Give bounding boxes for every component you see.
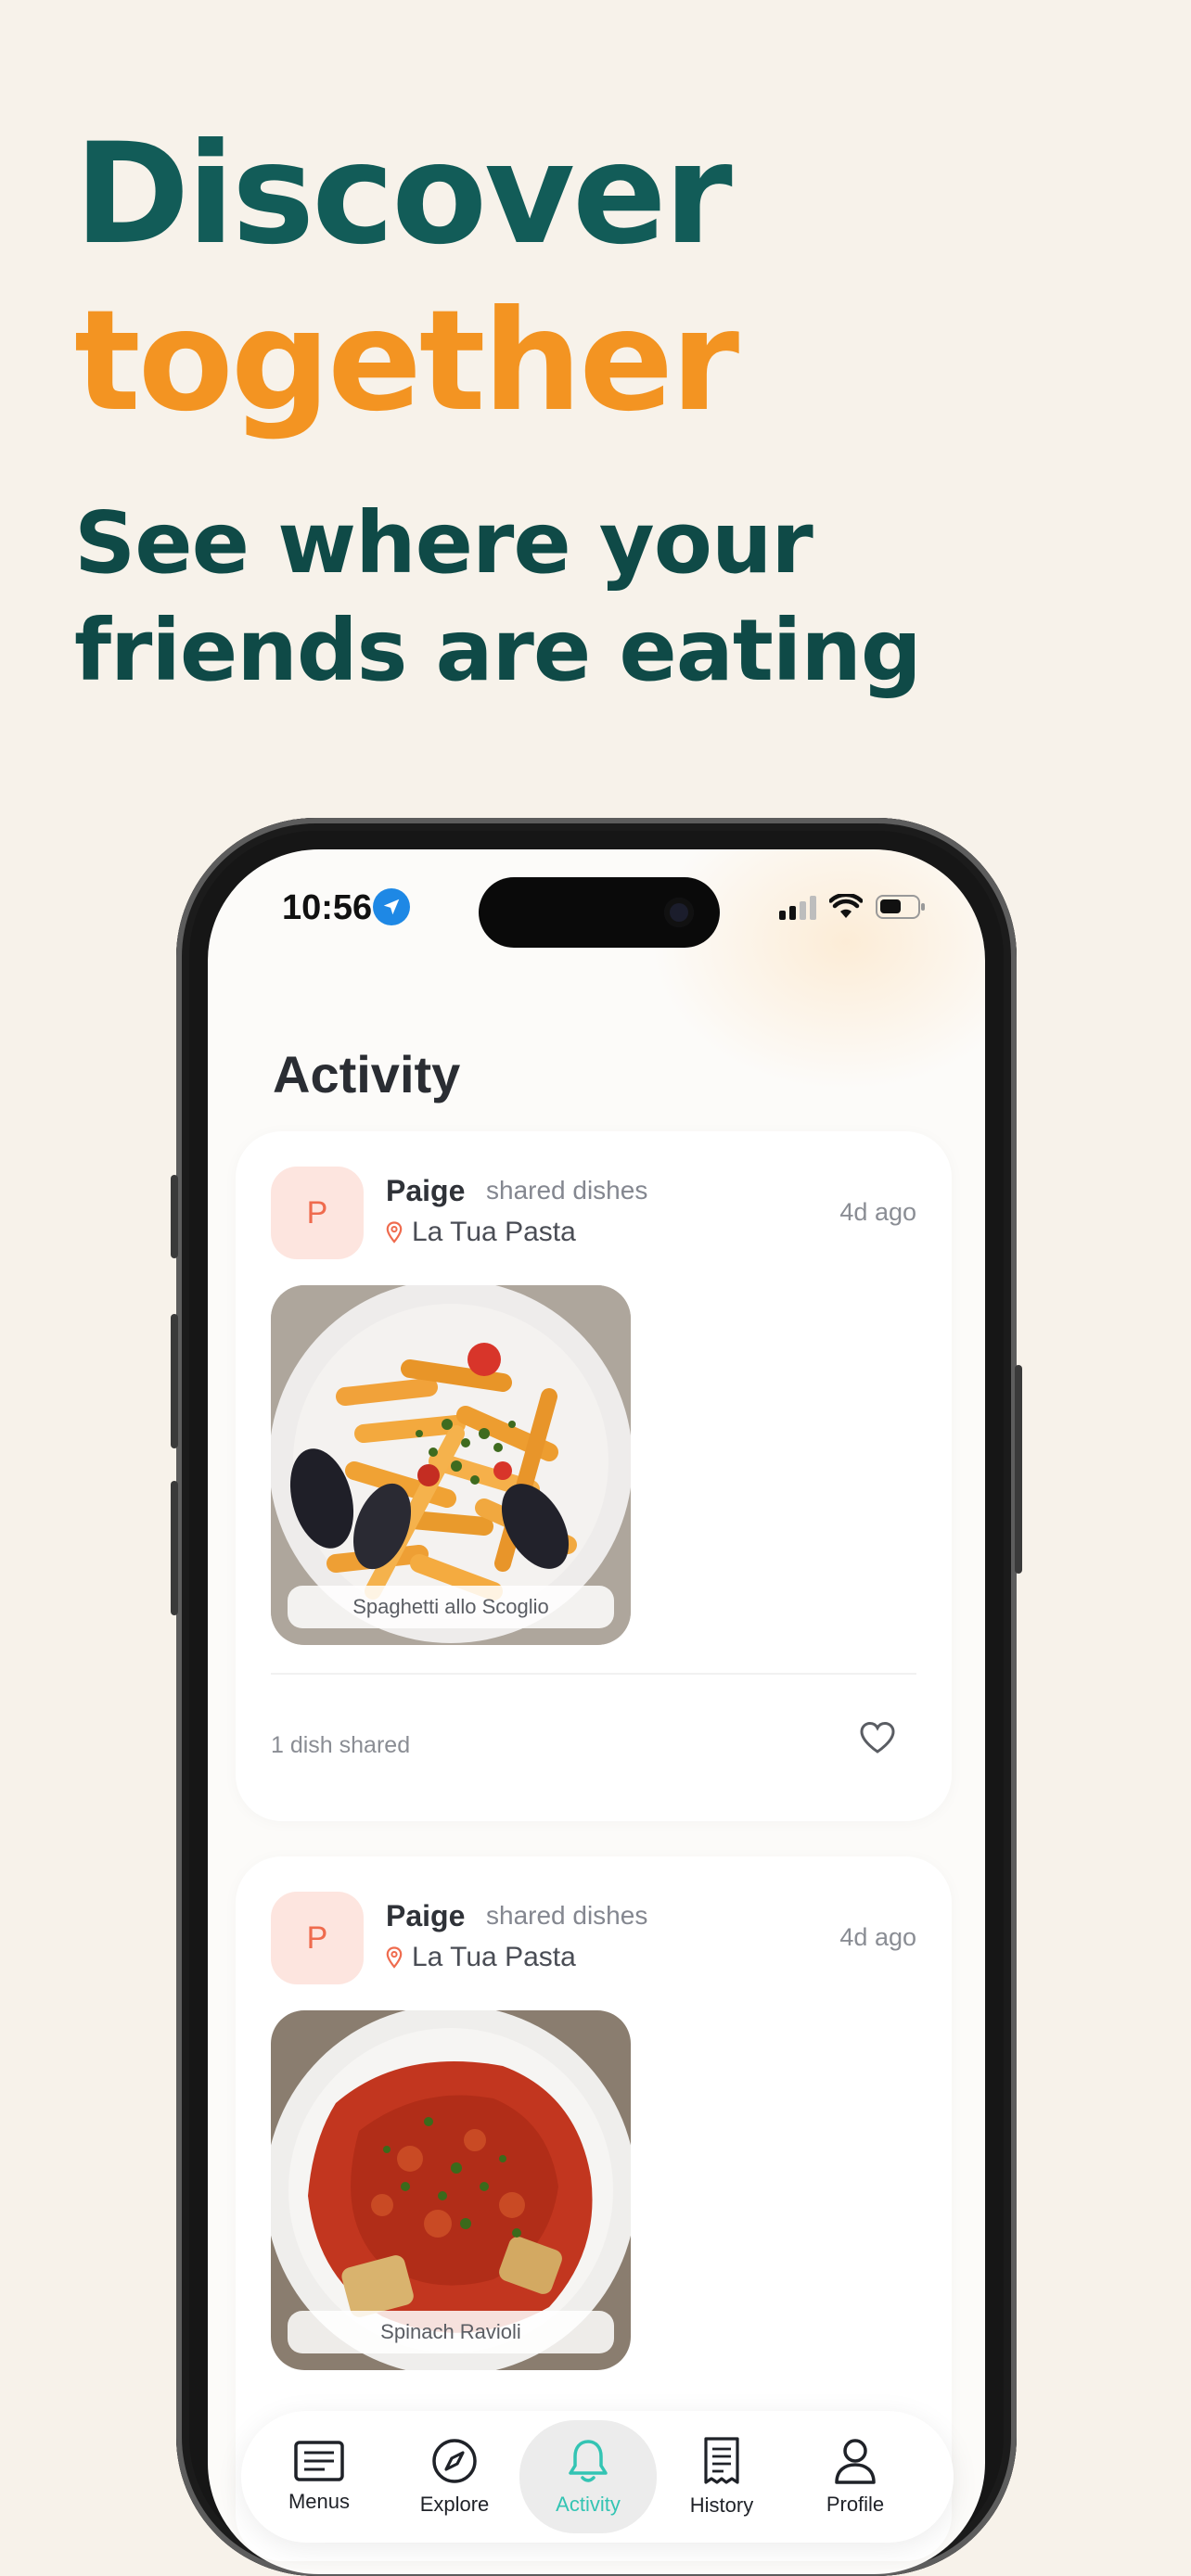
activity-action: shared dishes	[486, 1176, 648, 1205]
tab-label: Activity	[556, 2493, 621, 2516]
restaurant-link[interactable]: La Tua Pasta	[386, 1942, 576, 1973]
location-pin-icon	[386, 1221, 403, 1243]
tab-menus[interactable]: Menus	[250, 2420, 388, 2533]
phone-screen: 10:56 Activity P Paige shared dishes La …	[208, 849, 985, 2574]
front-camera	[664, 898, 694, 927]
time-ago: 4d ago	[839, 1923, 916, 1951]
activity-action: shared dishes	[486, 1901, 648, 1930]
hero-title-line2: together	[74, 281, 739, 442]
phone-volume-down-button	[171, 1481, 178, 1615]
wifi-icon	[829, 894, 863, 918]
user-name[interactable]: Paige	[386, 1174, 465, 1208]
compass-icon	[432, 2439, 477, 2483]
bottom-tab-bar: Menus Explore Activity History Profile	[241, 2411, 954, 2543]
status-icons	[779, 894, 925, 920]
location-arrow-icon	[373, 888, 410, 925]
signal-bars-icon	[779, 894, 816, 920]
dish-label: Spinach Ravioli	[288, 2311, 614, 2353]
hero-subtitle-line2: friends are eating	[74, 601, 922, 700]
tab-label: Explore	[419, 2493, 490, 2516]
hero-subtitle-line1: See where your	[74, 493, 813, 593]
avatar[interactable]: P	[271, 1892, 364, 1984]
phone-power-button	[1015, 1365, 1022, 1574]
restaurant-link[interactable]: La Tua Pasta	[386, 1217, 576, 1248]
phone-frame: 10:56 Activity P Paige shared dishes La …	[171, 818, 1022, 2576]
status-time: 10:56	[282, 888, 373, 927]
hero-subtitle: See where your friends are eating	[74, 490, 1141, 705]
receipt-icon	[704, 2437, 739, 2484]
menu-list-icon	[294, 2441, 344, 2481]
tab-activity[interactable]: Activity	[519, 2420, 657, 2533]
dishes-count: 1 dish shared	[271, 1732, 411, 1758]
tab-label: History	[689, 2493, 754, 2517]
tab-label: Profile	[826, 2493, 885, 2516]
person-icon	[835, 2439, 876, 2484]
phone-action-button	[171, 1175, 178, 1258]
tab-label: Menus	[288, 2490, 351, 2513]
dynamic-island	[479, 877, 720, 948]
tab-profile[interactable]: Profile	[787, 2420, 924, 2533]
time-ago: 4d ago	[839, 1198, 916, 1226]
user-name[interactable]: Paige	[386, 1899, 465, 1933]
heart-icon[interactable]	[859, 1721, 896, 1754]
dish-label: Spaghetti allo Scoglio	[288, 1586, 614, 1628]
restaurant-name: La Tua Pasta	[412, 1942, 576, 1972]
screen-title: Activity	[273, 1045, 461, 1103]
dish-photo[interactable]: Spinach Ravioli	[271, 2010, 631, 2370]
location-pin-icon	[386, 1946, 403, 1969]
avatar[interactable]: P	[271, 1167, 364, 1259]
battery-icon	[876, 895, 925, 919]
hero-title-line1: Discover	[74, 114, 733, 275]
card-divider	[271, 1673, 916, 1675]
activity-card[interactable]: P Paige shared dishes La Tua Pasta 4d ag…	[236, 1131, 952, 1821]
dish-photo[interactable]: Spaghetti allo Scoglio	[271, 1285, 631, 1645]
hero-headline: Discover together	[74, 111, 739, 445]
restaurant-name: La Tua Pasta	[412, 1217, 576, 1247]
tab-history[interactable]: History	[653, 2420, 790, 2533]
bell-icon	[569, 2440, 608, 2482]
tab-explore[interactable]: Explore	[386, 2420, 523, 2533]
phone-volume-up-button	[171, 1314, 178, 1448]
